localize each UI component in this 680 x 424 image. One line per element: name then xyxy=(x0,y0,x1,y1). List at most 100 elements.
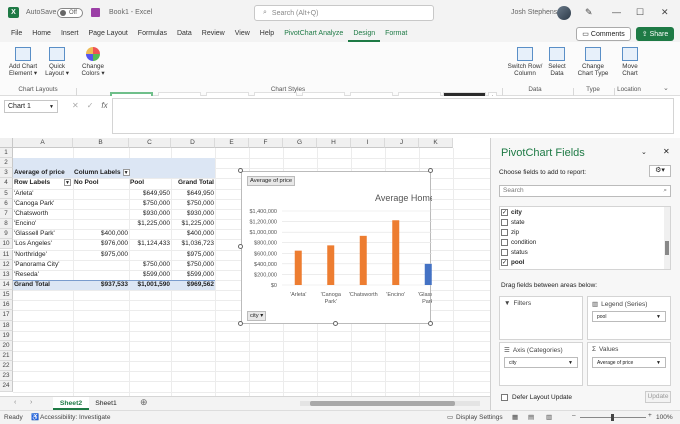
resize-handle[interactable] xyxy=(238,244,243,249)
chevron-down-icon[interactable]: ▼ xyxy=(656,312,661,322)
row-header-4[interactable]: 4 xyxy=(0,178,13,189)
value-pool[interactable]: $750,000 xyxy=(129,199,171,209)
header-pool[interactable]: Pool xyxy=(129,178,171,188)
resize-handle[interactable] xyxy=(333,321,338,326)
maximize-icon[interactable]: ☐ xyxy=(636,7,644,18)
display-settings[interactable]: Display Settings xyxy=(456,414,503,421)
row-header-7[interactable]: 7 xyxy=(0,208,13,220)
enter-icon[interactable]: ✓ xyxy=(87,101,94,110)
change-chart-type-button[interactable]: Change Chart Type xyxy=(575,47,611,77)
row-label[interactable]: 'Reseda' xyxy=(13,270,73,280)
chart-bar[interactable] xyxy=(424,263,432,285)
checkbox[interactable] xyxy=(501,238,508,246)
chart-bar[interactable] xyxy=(392,220,400,285)
horizontal-scrollbar[interactable] xyxy=(300,401,480,406)
tab-view[interactable]: View xyxy=(230,26,255,42)
tab-page-layout[interactable]: Page Layout xyxy=(83,26,132,42)
field-list-scrollbar[interactable] xyxy=(664,207,670,269)
row-header-18[interactable]: 18 xyxy=(0,320,13,331)
tab-pivotchart-analyze[interactable]: PivotChart Analyze xyxy=(279,26,348,42)
row-header-20[interactable]: 20 xyxy=(0,340,13,351)
column-header-H[interactable]: H xyxy=(317,138,351,148)
value-no-pool[interactable]: $400,000 xyxy=(73,229,129,239)
close-pane-icon[interactable]: ✕ xyxy=(663,147,670,156)
minimize-icon[interactable]: — xyxy=(612,7,621,17)
header-grand-total[interactable]: Grand Total xyxy=(171,178,215,188)
zoom-in-icon[interactable]: + xyxy=(648,412,652,419)
value-field-button[interactable]: Average of price xyxy=(247,176,296,186)
comments-button[interactable]: ▭ Comments xyxy=(576,27,631,41)
normal-view-icon[interactable]: ▦ xyxy=(512,413,518,421)
value-total[interactable]: $975,000 xyxy=(171,250,215,260)
sheet-tab-sheet2[interactable]: Sheet2 xyxy=(53,397,89,410)
row-label[interactable]: 'Encino' xyxy=(13,219,73,229)
share-button[interactable]: ⇪ Share xyxy=(636,27,674,41)
grand-total-label[interactable]: Grand Total xyxy=(13,280,73,290)
field-pool[interactable]: ✓ pool xyxy=(500,257,670,267)
value-pool[interactable]: $599,000 xyxy=(129,270,171,280)
field-search-input[interactable]: Search ⌕ xyxy=(499,185,671,197)
chart-bar[interactable] xyxy=(327,245,335,285)
pivot-title[interactable]: Average of price xyxy=(13,168,73,178)
value-total[interactable]: $750,000 xyxy=(171,199,215,209)
formula-input[interactable] xyxy=(112,98,674,134)
row-header-8[interactable]: 8 xyxy=(0,219,13,230)
value-no-pool[interactable]: $975,000 xyxy=(73,250,129,260)
checkbox[interactable] xyxy=(501,228,508,236)
chevron-down-icon[interactable]: ⌄ xyxy=(641,148,647,156)
pen-icon[interactable]: ✎ xyxy=(585,7,593,18)
value-no-pool[interactable] xyxy=(73,260,129,270)
value-pool[interactable]: $1,225,000 xyxy=(129,219,171,229)
chart-bar[interactable] xyxy=(359,235,367,285)
legend-area[interactable]: ▥ Legend (Series) pool ▼ xyxy=(587,296,671,340)
column-header-K[interactable]: K xyxy=(419,138,453,148)
value-no-pool[interactable] xyxy=(73,270,129,280)
pivot-chart[interactable]: $0 $200,000 $400,000 $600,000 $800,000 $1,000… xyxy=(241,171,432,324)
values-field-pill[interactable]: Average of price ▼ xyxy=(592,357,666,368)
header-no-pool[interactable]: No Pool xyxy=(73,178,129,188)
value-total[interactable]: $1,225,000 xyxy=(171,219,215,229)
tab-help[interactable]: Help xyxy=(255,26,279,42)
quick-layout-button[interactable]: Quick Layout ▾ xyxy=(42,47,72,77)
value-total[interactable]: $930,000 xyxy=(171,209,215,219)
grand-total-no-pool[interactable]: $937,533 xyxy=(73,280,129,290)
checkbox[interactable] xyxy=(501,248,508,256)
row-header-6[interactable]: 6 xyxy=(0,198,13,209)
value-pool[interactable]: $649,950 xyxy=(129,189,171,199)
switch-row-column-button[interactable]: Switch Row/ Column xyxy=(505,47,545,77)
scroll-left-icon[interactable]: ‹ xyxy=(14,399,16,406)
grand-total-value[interactable]: $969,562 xyxy=(171,280,215,290)
sheet-tab-sheet1[interactable]: Sheet1 xyxy=(89,397,123,410)
tab-insert[interactable]: Insert xyxy=(56,26,84,42)
column-labels[interactable]: Column Labels ▼ xyxy=(73,168,135,178)
resize-handle[interactable] xyxy=(238,321,243,326)
grand-total-pool[interactable]: $1,001,590 xyxy=(129,280,171,290)
value-no-pool[interactable] xyxy=(73,199,129,209)
column-header-D[interactable]: D xyxy=(171,138,215,148)
resize-handle[interactable] xyxy=(428,321,433,326)
row-header-21[interactable]: 21 xyxy=(0,351,13,362)
scroll-thumb[interactable] xyxy=(310,401,455,406)
fx-icon[interactable]: fx xyxy=(101,101,107,110)
row-header-13[interactable]: 13 xyxy=(0,269,13,280)
filters-area[interactable]: ▼ Filters xyxy=(499,296,583,340)
chevron-down-icon[interactable]: ▼ xyxy=(49,104,54,110)
row-header-3[interactable]: 3 xyxy=(0,168,13,179)
collapse-ribbon-icon[interactable]: ⌄ xyxy=(663,84,669,92)
value-total[interactable]: $649,950 xyxy=(171,189,215,199)
field-condition[interactable]: condition xyxy=(500,237,670,247)
resize-handle[interactable] xyxy=(428,168,433,173)
row-header-23[interactable]: 23 xyxy=(0,371,13,382)
column-header-F[interactable]: F xyxy=(249,138,283,148)
value-no-pool[interactable] xyxy=(73,209,129,219)
search-box[interactable]: ⌕ Search (Alt+Q) xyxy=(254,5,434,21)
field-city[interactable]: ✓ city xyxy=(500,207,670,217)
value-pool[interactable]: $750,000 xyxy=(129,260,171,270)
axis-field-pill[interactable]: city ▼ xyxy=(504,357,578,368)
page-layout-view-icon[interactable]: ▤ xyxy=(528,413,534,421)
row-header-12[interactable]: 12 xyxy=(0,259,13,270)
name-box[interactable]: Chart 1 ▼ xyxy=(4,100,58,113)
column-header-E[interactable]: E xyxy=(215,138,249,148)
zoom-slider[interactable] xyxy=(580,414,646,421)
row-header-15[interactable]: 15 xyxy=(0,290,13,301)
